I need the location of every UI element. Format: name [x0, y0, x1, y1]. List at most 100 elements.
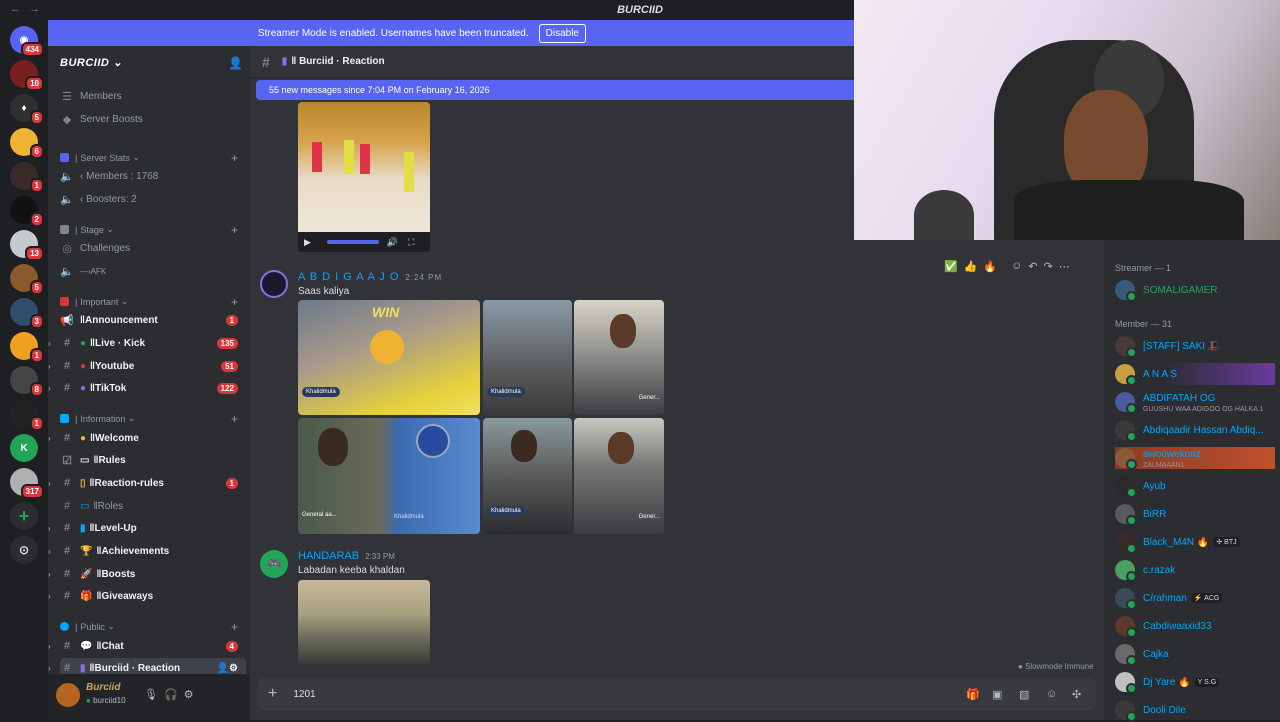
- member-item[interactable]: A N A S: [1115, 363, 1275, 386]
- server-icon[interactable]: 2: [10, 196, 44, 227]
- headphones-icon[interactable]: 🎧: [164, 689, 184, 701]
- add-channel-icon[interactable]: +: [231, 151, 238, 165]
- video-attachment[interactable]: ▶ 🔊 ⛶: [298, 102, 430, 252]
- channel-boosters-stat[interactable]: 🔈 ‹ Boosters: 2: [60, 189, 246, 209]
- image-attachment[interactable]: Gener...: [574, 418, 664, 534]
- server-icon[interactable]: ♦ 5: [10, 94, 44, 125]
- server-icon[interactable]: 5: [10, 264, 44, 295]
- image-attachment[interactable]: General aa... Khalidmula: [298, 418, 480, 534]
- channel-challenges[interactable]: ◎ Challenges: [60, 238, 246, 258]
- channel-chat[interactable]: › # 💬 ‖ Chat 4: [48, 636, 246, 656]
- server-icon[interactable]: ◉ 434: [10, 26, 44, 57]
- category-information[interactable]: | Information ⌄ +: [60, 412, 246, 426]
- channel-live-kick[interactable]: › # ● ‖ Live · Kick 135: [48, 333, 246, 353]
- new-messages-bar[interactable]: 55 new messages since 7:04 PM on Februar…: [256, 80, 854, 100]
- forward-icon[interactable]: ↷: [1044, 260, 1053, 273]
- reply-icon[interactable]: ↶: [1028, 260, 1037, 273]
- member-item[interactable]: C/rahman ⚡ ACG: [1115, 587, 1275, 610]
- channel-afk[interactable]: 🔈 —›AFK: [60, 261, 246, 281]
- image-attachment[interactable]: Gener...: [574, 300, 664, 415]
- avatar[interactable]: [56, 683, 80, 707]
- sticker-icon[interactable]: ▨: [1019, 688, 1029, 701]
- avatar[interactable]: 🎮: [260, 550, 288, 578]
- add-reaction-icon[interactable]: ☺: [1011, 260, 1022, 273]
- server-name[interactable]: BURCIID ⌄: [60, 56, 123, 69]
- member-item[interactable]: ABDIFATAH OG GUUSHU WAA ADIGOO OG HALKA 1: [1115, 391, 1275, 414]
- more-icon[interactable]: ⋯: [1059, 260, 1070, 273]
- message-input[interactable]: 1201: [293, 689, 315, 700]
- add-channel-icon[interactable]: +: [231, 295, 238, 309]
- disable-button[interactable]: Disable: [538, 23, 586, 43]
- message-author[interactable]: A B D I G A A J O 2:24 PM: [298, 271, 442, 283]
- play-icon[interactable]: ▶: [304, 237, 311, 248]
- member-item[interactable]: BiRR: [1115, 503, 1275, 526]
- channel-reaction-rules[interactable]: › # ▯ ‖ Reaction-rules 1: [48, 473, 246, 493]
- image-attachment[interactable]: Khalidmula: [483, 418, 572, 534]
- fire-reaction[interactable]: 🔥: [983, 260, 997, 273]
- thumbsup-reaction[interactable]: 👍: [964, 260, 978, 273]
- member-item[interactable]: Cajka: [1115, 643, 1275, 666]
- add-channel-icon[interactable]: +: [231, 620, 238, 634]
- server-icon[interactable]: 1: [10, 332, 44, 363]
- check-reaction[interactable]: ✅: [944, 260, 958, 273]
- member-item[interactable]: Dooli Dile: [1115, 699, 1275, 722]
- server-icon[interactable]: 1: [10, 400, 44, 431]
- forward-arrow-icon[interactable]: →: [29, 3, 48, 15]
- channel-level-up[interactable]: › # ▮ ‖ Level-Up: [48, 518, 246, 538]
- image-attachment[interactable]: WIN Khalidmula: [298, 300, 480, 415]
- back-arrow-icon[interactable]: ←: [10, 3, 29, 15]
- category-public[interactable]: | Public ⌄ +: [60, 620, 246, 634]
- member-item[interactable]: Black_M4N 🔥 ✢ BTJ: [1115, 531, 1275, 554]
- member-item[interactable]: Abdiqaadir Hassan Abdiq...: [1115, 419, 1275, 442]
- image-attachment[interactable]: Khalidmula: [483, 300, 572, 415]
- category-server-stats[interactable]: | Server Stats ⌄ +: [60, 151, 246, 165]
- invite-icon[interactable]: 👤: [228, 56, 243, 70]
- server-icon[interactable]: 6: [10, 128, 44, 159]
- volume-icon[interactable]: 🔊: [387, 237, 398, 248]
- server-icon[interactable]: K: [10, 434, 38, 462]
- channel-announcement[interactable]: 📢 ‖ Announcement 1: [60, 310, 246, 330]
- microphone-icon[interactable]: 🎙: [144, 689, 164, 701]
- channel-welcome[interactable]: › # ● ‖ Welcome: [48, 428, 246, 448]
- category-important[interactable]: | Important ⌄ +: [60, 295, 246, 309]
- add-channel-icon[interactable]: +: [231, 223, 238, 237]
- sidebar-item-members[interactable]: ☰ Members: [60, 86, 246, 106]
- discover-icon[interactable]: ⊙: [10, 536, 38, 564]
- add-attachment-icon[interactable]: +: [268, 685, 277, 703]
- channel-rules[interactable]: ☑ ▭ ‖ Rules: [60, 450, 246, 470]
- avatar[interactable]: [260, 270, 288, 298]
- category-stage[interactable]: | Stage ⌄ +: [60, 223, 246, 237]
- settings-icon[interactable]: 👤⚙: [217, 663, 238, 674]
- fullscreen-icon[interactable]: ⛶: [408, 237, 414, 248]
- message-author[interactable]: HANDARAB 2:33 PM: [298, 550, 395, 562]
- member-item[interactable]: awoowekoriz ZALMAAAN1: [1115, 447, 1275, 470]
- sidebar-item-server-boosts[interactable]: ◆ Server Boosts: [60, 109, 246, 129]
- emoji-icon[interactable]: ☺: [1046, 688, 1057, 700]
- server-icon[interactable]: 8: [10, 366, 44, 397]
- gif-icon[interactable]: ▣: [992, 688, 1002, 701]
- member-item[interactable]: Ayub: [1115, 475, 1275, 498]
- member-item[interactable]: Cabdiwaaxid33: [1115, 615, 1275, 638]
- add-channel-icon[interactable]: +: [231, 412, 238, 426]
- member-item[interactable]: SOMALIGAMER: [1115, 279, 1275, 302]
- channel-achievements[interactable]: › # 🏆 ‖ Achievements: [48, 541, 246, 561]
- apps-icon[interactable]: ✣: [1072, 688, 1081, 701]
- gift-icon[interactable]: 🎁: [966, 688, 980, 701]
- channel-roles[interactable]: # ▭ ‖ Roles: [60, 496, 246, 516]
- member-item[interactable]: [STAFF] SAKI 🎩: [1115, 335, 1275, 358]
- server-icon[interactable]: 10: [10, 60, 44, 91]
- server-icon[interactable]: 1: [10, 162, 44, 193]
- member-item[interactable]: Dj Yare 🔥 Y S.G: [1115, 671, 1275, 694]
- image-attachment[interactable]: [298, 580, 430, 664]
- server-icon[interactable]: 13: [10, 230, 44, 261]
- add-server-icon[interactable]: +: [10, 502, 38, 530]
- gear-icon[interactable]: ⚙: [184, 689, 200, 701]
- channel-tiktok[interactable]: › # ● ‖ TikTok 122: [48, 378, 246, 398]
- server-icon[interactable]: 317: [10, 468, 44, 499]
- channel-youtube[interactable]: › # ● ‖ Youtube 51: [48, 356, 246, 376]
- channel-members-stat[interactable]: 🔈 ‹ Members : 1768: [60, 166, 246, 186]
- nav-arrows[interactable]: ←→: [10, 3, 48, 15]
- server-icon[interactable]: 3: [10, 298, 44, 329]
- channel-giveaways[interactable]: › # 🎁 ‖ Giveaways: [48, 586, 246, 606]
- channel-boosts[interactable]: › # 🚀 ‖ Boosts: [48, 564, 246, 584]
